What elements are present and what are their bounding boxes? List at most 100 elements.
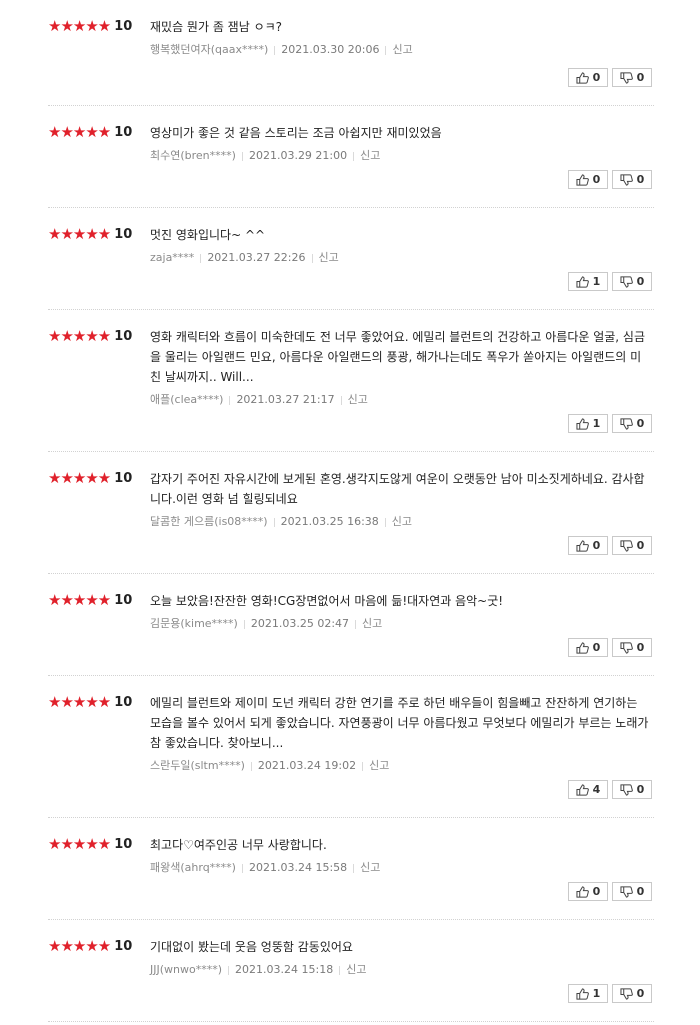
- divider: [385, 45, 387, 55]
- divider: [353, 151, 355, 161]
- review-author[interactable]: 최수연(bren****): [150, 149, 236, 162]
- dislike-button[interactable]: 0: [612, 414, 652, 433]
- review-author[interactable]: 행복했던여자(qaax****): [150, 43, 268, 56]
- dislike-count: 0: [636, 173, 645, 186]
- dislike-button[interactable]: 0: [612, 536, 652, 555]
- review-date: 2021.03.25 16:38: [280, 515, 379, 528]
- like-button[interactable]: 0: [568, 170, 608, 189]
- review-author[interactable]: 스란두일(sltm****): [150, 759, 245, 772]
- like-button[interactable]: 0: [568, 536, 608, 555]
- divider: [340, 395, 342, 405]
- thumbs-up-icon: [576, 275, 589, 288]
- thumbs-down-icon: [620, 71, 633, 84]
- rating-stars: ★★★★★: [48, 327, 111, 345]
- review-date: 2021.03.27 22:26: [207, 251, 306, 264]
- review-item: ★★★★★ 10 기대없이 봤는데 웃음 엉뚱함 감동있어요 JJJ(wnwo*…: [48, 920, 654, 1022]
- divider: [229, 395, 231, 405]
- review-author[interactable]: JJJ(wnwo****): [150, 963, 222, 976]
- dislike-button[interactable]: 0: [612, 780, 652, 799]
- like-button[interactable]: 0: [568, 68, 608, 87]
- review-text: 재밌슴 뭔가 좀 잼남 ㅇㅋ?: [150, 20, 283, 34]
- thumbs-down-icon: [620, 539, 633, 552]
- rating-score: 10: [114, 124, 133, 140]
- rating-score: 10: [114, 592, 133, 608]
- divider: [353, 863, 355, 873]
- dislike-count: 0: [636, 885, 645, 898]
- dislike-button[interactable]: 0: [612, 984, 652, 1003]
- rating: ★★★★★ 10: [48, 124, 132, 140]
- like-button[interactable]: 1: [568, 272, 608, 291]
- like-button[interactable]: 4: [568, 780, 608, 799]
- dislike-count: 0: [636, 539, 645, 552]
- review-meta: 애플(clea****) 2021.03.27 21:17 신고: [150, 393, 652, 407]
- like-count: 0: [592, 173, 601, 186]
- review-author[interactable]: zaja****: [150, 251, 194, 264]
- thumbs-down-icon: [620, 275, 633, 288]
- thumbs-down-icon: [620, 641, 633, 654]
- report-link[interactable]: 신고: [392, 43, 412, 56]
- rating-stars: ★★★★★: [48, 591, 111, 609]
- review-meta: 행복했던여자(qaax****) 2021.03.30 20:06 신고: [150, 43, 652, 57]
- review-author[interactable]: 패왕색(ahrq****): [150, 861, 236, 874]
- dislike-button[interactable]: 0: [612, 882, 652, 901]
- thumbs-down-icon: [620, 783, 633, 796]
- review-meta: 김문용(kime****) 2021.03.25 02:47 신고: [150, 617, 652, 631]
- like-count: 4: [592, 783, 601, 796]
- rating: ★★★★★ 10: [48, 938, 132, 954]
- report-link[interactable]: 신고: [319, 251, 339, 264]
- rating: ★★★★★ 10: [48, 592, 132, 608]
- review-date: 2021.03.24 15:18: [235, 963, 334, 976]
- review-text: 에밀리 블런트와 제이미 도넌 캐릭터 강한 연기를 주로 하던 배우들이 힘을…: [150, 696, 649, 750]
- thumbs-up-icon: [576, 417, 589, 430]
- review-text: 기대없이 봤는데 웃음 엉뚱함 감동있어요: [150, 940, 353, 954]
- like-button[interactable]: 0: [568, 882, 608, 901]
- thumbs-up-icon: [576, 641, 589, 654]
- report-link[interactable]: 신고: [360, 861, 380, 874]
- review-author[interactable]: 애플(clea****): [150, 393, 223, 406]
- dislike-button[interactable]: 0: [612, 272, 652, 291]
- rating: ★★★★★ 10: [48, 328, 132, 344]
- rating-score: 10: [114, 18, 133, 34]
- review-list: ★★★★★ 10 재밌슴 뭔가 좀 잼남 ㅇㅋ? 행복했던여자(qaax****…: [48, 0, 654, 1022]
- like-count: 0: [592, 71, 601, 84]
- report-link[interactable]: 신고: [392, 515, 412, 528]
- rating-stars: ★★★★★: [48, 937, 111, 955]
- thumbs-down-icon: [620, 987, 633, 1000]
- report-link[interactable]: 신고: [348, 393, 368, 406]
- report-link[interactable]: 신고: [369, 759, 389, 772]
- like-button[interactable]: 1: [568, 414, 608, 433]
- review-meta: 패왕색(ahrq****) 2021.03.24 15:58 신고: [150, 861, 652, 875]
- like-count: 1: [592, 275, 601, 288]
- rating-stars: ★★★★★: [48, 693, 111, 711]
- rating-stars: ★★★★★: [48, 835, 111, 853]
- report-link[interactable]: 신고: [362, 617, 382, 630]
- dislike-button[interactable]: 0: [612, 638, 652, 657]
- thumbs-down-icon: [620, 417, 633, 430]
- review-date: 2021.03.29 21:00: [248, 149, 348, 162]
- divider: [355, 619, 357, 629]
- report-link[interactable]: 신고: [346, 963, 366, 976]
- divider: [311, 253, 313, 263]
- dislike-button[interactable]: 0: [612, 68, 652, 87]
- divider: [228, 965, 230, 975]
- rating-stars: ★★★★★: [48, 17, 111, 35]
- divider: [250, 761, 252, 771]
- review-item: ★★★★★ 10 최고다♡여주인공 너무 사랑합니다. 패왕색(ahrq****…: [48, 818, 654, 920]
- divider: [243, 619, 245, 629]
- like-button[interactable]: 0: [568, 638, 608, 657]
- review-item: ★★★★★ 10 멋진 영화입니다~ ^^ zaja**** 2021.03.27…: [48, 208, 654, 310]
- dislike-count: 0: [636, 987, 645, 1000]
- review-date: 2021.03.27 21:17: [236, 393, 335, 406]
- review-author[interactable]: 김문용(kime****): [150, 617, 238, 630]
- divider: [241, 151, 243, 161]
- rating: ★★★★★ 10: [48, 470, 132, 486]
- like-button[interactable]: 1: [568, 984, 608, 1003]
- review-author[interactable]: 달콤한 게으름(is08****): [150, 515, 268, 528]
- divider: [362, 761, 364, 771]
- like-count: 1: [592, 987, 601, 1000]
- rating-score: 10: [114, 328, 133, 344]
- rating: ★★★★★ 10: [48, 694, 132, 710]
- dislike-button[interactable]: 0: [612, 170, 652, 189]
- report-link[interactable]: 신고: [360, 149, 380, 162]
- review-date: 2021.03.25 02:47: [250, 617, 350, 630]
